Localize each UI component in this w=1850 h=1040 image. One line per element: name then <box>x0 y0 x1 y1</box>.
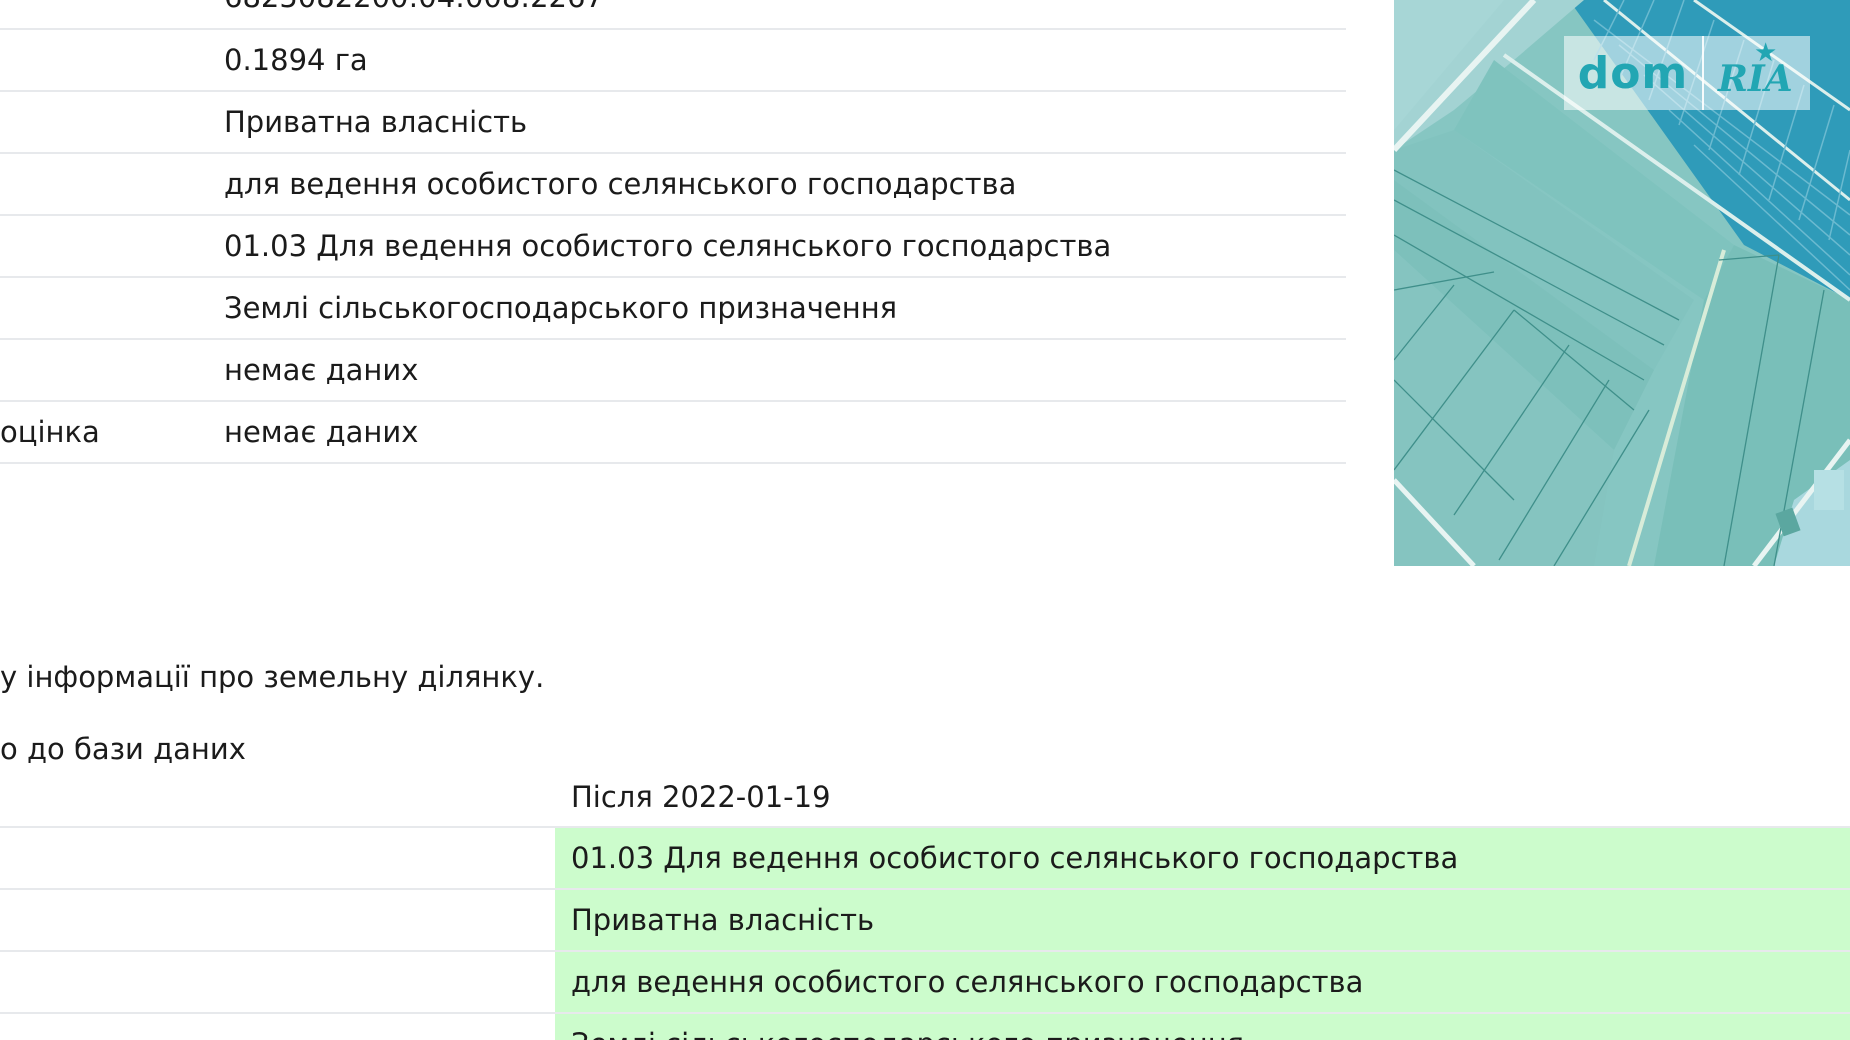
info-row-no-data: немає даних <box>0 340 1346 402</box>
area-value: 0.1894 га <box>224 43 368 77</box>
purpose-value: для ведення особистого селянського госпо… <box>224 167 1017 201</box>
info-row-cadastral-number: 6825082200:04:008:2267 <box>0 0 1346 30</box>
info-row-land-category: Землі сільськогосподарського призначення <box>0 278 1346 340</box>
cadastral-number-value[interactable]: 6825082200:04:008:2267 <box>224 0 604 14</box>
watermark-ria-logo: ★ RIA <box>1704 36 1810 110</box>
parcel-info-table: 6825082200:04:008:2267 0.1894 га Приватн… <box>0 0 1346 464</box>
watermark-ria-text: RIA <box>1718 58 1793 100</box>
changed-value-cell: Землі сільськогосподарського призначення <box>555 1014 1850 1040</box>
info-row-ownership: Приватна власність <box>0 92 1346 154</box>
valuation-label: оцінка <box>0 415 100 449</box>
parcel-info-note: у інформації про земельну ділянку. <box>0 660 545 694</box>
table-row: для ведення особистого селянського госпо… <box>0 952 1850 1014</box>
after-date-header: Після 2022-01-19 <box>571 780 831 814</box>
changed-value-cell: для ведення особистого селянського госпо… <box>555 952 1850 1012</box>
ownership-value: Приватна власність <box>224 105 528 139</box>
dom-ria-watermark: dom ★ RIA <box>1564 36 1810 110</box>
changes-table: Після 2022-01-19 01.03 Для ведення особи… <box>0 772 1850 1040</box>
info-row-valuation: оцінка немає даних <box>0 402 1346 464</box>
land-category-value: Землі сільськогосподарського призначення <box>224 291 898 325</box>
changed-value-cell: 01.03 Для ведення особистого селянського… <box>555 828 1850 888</box>
valuation-value: немає даних <box>224 415 419 449</box>
info-row-purpose-code: 01.03 Для ведення особистого селянського… <box>0 216 1346 278</box>
info-row-area: 0.1894 га <box>0 30 1346 92</box>
purpose-code-value: 01.03 Для ведення особистого селянського… <box>224 229 1112 263</box>
table-row: 01.03 Для ведення особистого селянського… <box>0 828 1850 890</box>
info-row-purpose: для ведення особистого селянського госпо… <box>0 154 1346 216</box>
changes-table-header: Після 2022-01-19 <box>0 772 1850 828</box>
table-row: Землі сільськогосподарського призначення <box>0 1014 1850 1040</box>
table-row: Приватна власність <box>0 890 1850 952</box>
database-changes-note: о до бази даних <box>0 732 246 766</box>
watermark-dom-text: dom <box>1577 47 1689 99</box>
changed-value-cell: Приватна власність <box>555 890 1850 950</box>
no-data-value: немає даних <box>224 353 419 387</box>
